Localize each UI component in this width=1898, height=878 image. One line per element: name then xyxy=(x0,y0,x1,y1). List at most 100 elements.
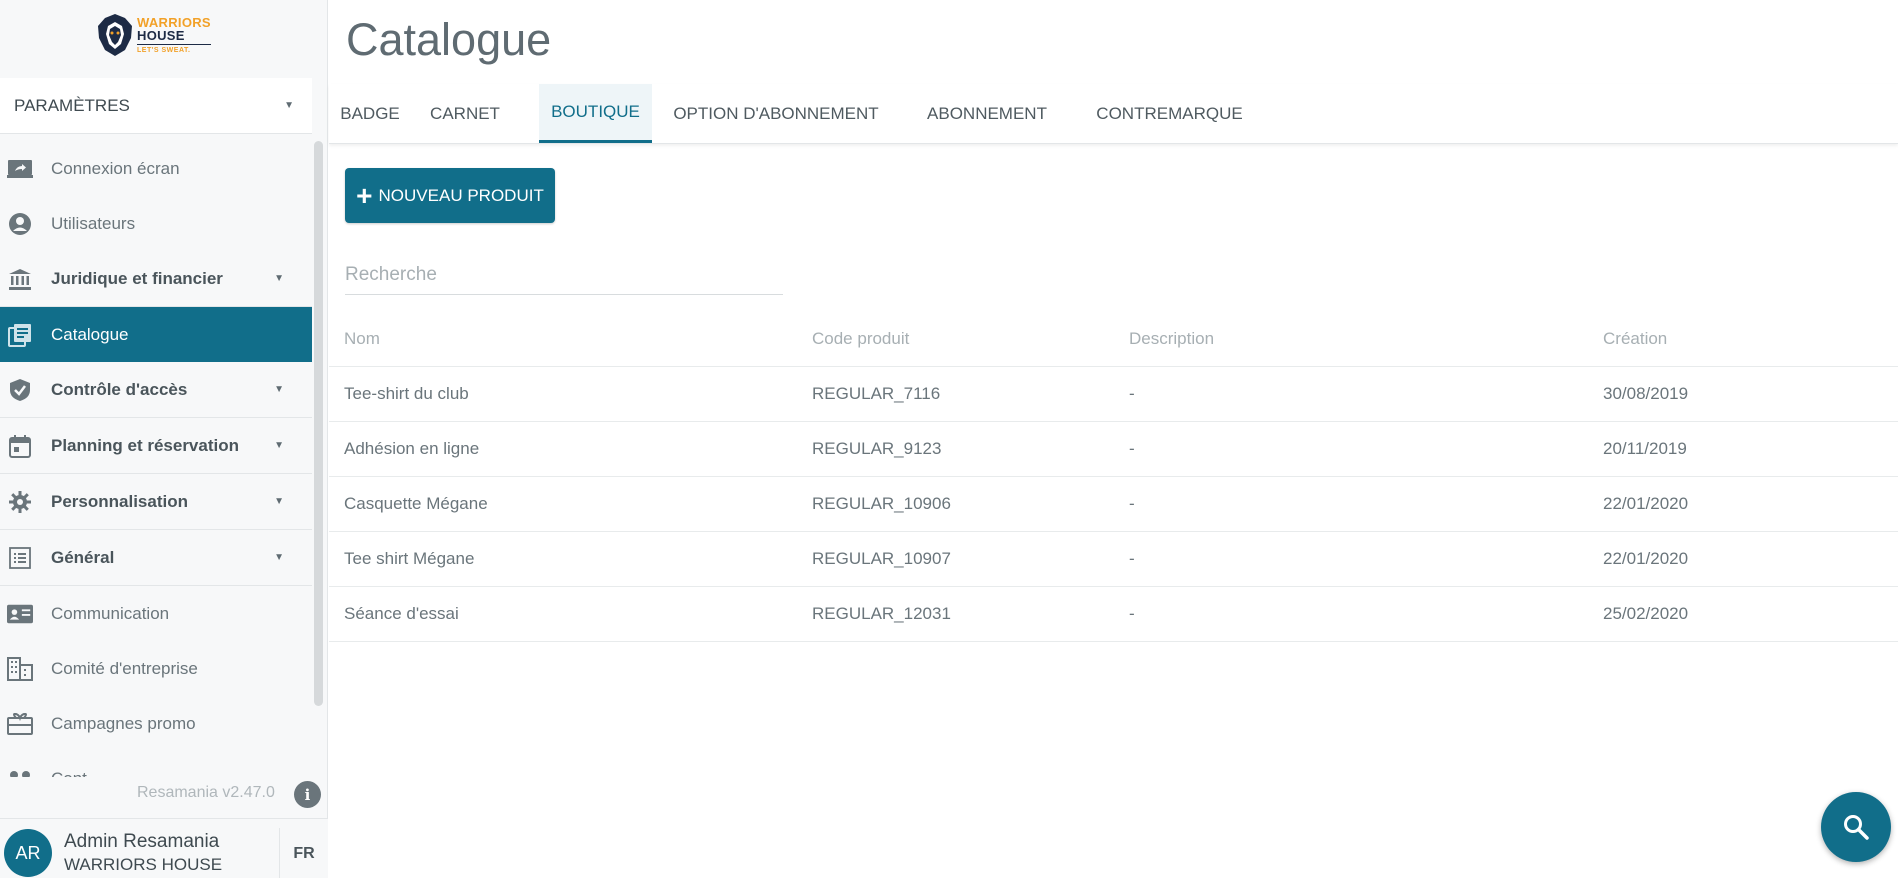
new-product-button[interactable]: + NOUVEAU PRODUIT xyxy=(345,168,555,223)
people-icon xyxy=(7,766,33,777)
column-header-creation[interactable]: Création xyxy=(1603,329,1667,349)
caret-down-icon: ▼ xyxy=(284,100,294,111)
cell-nom: Casquette Mégane xyxy=(344,494,488,513)
cell-description: - xyxy=(1129,604,1135,623)
calendar-icon xyxy=(7,433,33,459)
sidebar-item-personnalisation[interactable]: Personnalisation ▼ xyxy=(0,474,312,530)
table-row[interactable]: Adhésion en ligne REGULAR_9123 - 20/11/2… xyxy=(329,422,1898,477)
column-header-description[interactable]: Description xyxy=(1129,329,1214,349)
sidebar-item-label: Campagnes promo xyxy=(51,713,196,733)
sidebar-item-campagnes-promo[interactable]: Campagnes promo xyxy=(0,696,312,751)
sidebar-item-label: Contrôle d'accès xyxy=(51,379,188,399)
sidebar-item-label: Juridique et financier xyxy=(51,268,223,288)
plus-icon: + xyxy=(356,179,373,211)
bank-icon xyxy=(7,266,33,292)
sidebar: WARRIORS HOUSE LET'S SWEAT. PARAMÈTRES ▼… xyxy=(0,0,328,878)
sidebar-item-comite-entreprise[interactable]: Comité d'entreprise xyxy=(0,641,312,696)
caret-down-icon: ▼ xyxy=(274,384,284,395)
cell-nom: Adhésion en ligne xyxy=(344,439,480,458)
column-header-nom[interactable]: Nom xyxy=(344,329,380,349)
cell-nom: Séance d'essai xyxy=(344,604,459,623)
sidebar-scrollbar[interactable] xyxy=(314,141,323,706)
section-select-label: PARAMÈTRES xyxy=(14,95,130,115)
logo-wordmark: WARRIORS HOUSE LET'S SWEAT. xyxy=(137,16,211,54)
list-icon xyxy=(7,545,33,571)
cell-code: REGULAR_10907 xyxy=(812,549,951,568)
user-club: WARRIORS HOUSE xyxy=(64,855,223,874)
new-product-label: NOUVEAU PRODUIT xyxy=(378,185,544,205)
language-switch[interactable]: FR xyxy=(279,828,328,878)
cell-code: REGULAR_10906 xyxy=(812,494,951,513)
cell-code: REGULAR_9123 xyxy=(812,439,942,458)
user-panel[interactable]: AR Admin Resamania WARRIORS HOUSE FR xyxy=(0,818,328,878)
brand-logo[interactable]: WARRIORS HOUSE LET'S SWEAT. xyxy=(95,10,221,60)
tab-abonnement[interactable]: ABONNEMENT xyxy=(912,84,1062,143)
sidebar-item-controle-acces[interactable]: Contrôle d'accès ▼ xyxy=(0,362,312,418)
screen-share-icon xyxy=(7,156,33,182)
sidebar-item-connexion-ecran[interactable]: Connexion écran xyxy=(0,141,312,196)
cell-nom: Tee-shirt du club xyxy=(344,384,469,403)
sidebar-item-label: Personnalisation xyxy=(51,491,188,511)
tab-badge[interactable]: BADGE xyxy=(329,84,411,143)
lion-logo-icon xyxy=(98,14,132,56)
logo-tagline: LET'S SWEAT. xyxy=(137,44,211,54)
search-icon xyxy=(1844,815,1869,840)
sidebar-item-label: Général xyxy=(51,547,115,567)
sidebar-item-label: Comité d'entreprise xyxy=(51,658,198,678)
product-table: Nom Code produit Description Création Te… xyxy=(329,312,1898,642)
sidebar-item-partial[interactable]: Cont... xyxy=(0,751,312,777)
table-header: Nom Code produit Description Création xyxy=(329,312,1898,367)
gift-card-icon xyxy=(7,711,33,737)
caret-down-icon: ▼ xyxy=(274,273,284,284)
column-header-code[interactable]: Code produit xyxy=(812,329,909,349)
table-row[interactable]: Tee shirt Mégane REGULAR_10907 - 22/01/2… xyxy=(329,532,1898,587)
sidebar-item-catalogue[interactable]: Catalogue xyxy=(0,307,312,362)
user-circle-icon xyxy=(7,211,33,237)
sidebar-item-general[interactable]: Général ▼ xyxy=(0,530,312,586)
caret-down-icon: ▼ xyxy=(274,440,284,451)
cell-nom: Tee shirt Mégane xyxy=(344,549,475,568)
cell-creation: 25/02/2020 xyxy=(1603,604,1689,623)
sidebar-nav: Connexion écran Utilisateurs Juridique e… xyxy=(0,141,312,777)
cell-description: - xyxy=(1129,439,1135,458)
sidebar-item-label: Communication xyxy=(51,603,170,623)
search-input[interactable] xyxy=(345,255,783,295)
info-icon[interactable]: i xyxy=(294,781,321,808)
tab-contremarque[interactable]: CONTREMARQUE xyxy=(1078,84,1261,143)
tab-boutique[interactable]: BOUTIQUE xyxy=(539,84,652,143)
sidebar-item-juridique-financier[interactable]: Juridique et financier ▼ xyxy=(0,251,312,307)
caret-down-icon: ▼ xyxy=(274,496,284,507)
logo-line2: HOUSE xyxy=(137,28,185,43)
app-root: WARRIORS HOUSE LET'S SWEAT. PARAMÈTRES ▼… xyxy=(0,0,1898,878)
search-fab-button[interactable] xyxy=(1821,792,1891,862)
sidebar-item-label: Catalogue xyxy=(51,324,129,344)
caret-down-icon: ▼ xyxy=(274,552,284,563)
main-content: Catalogue BADGE CARNET BOUTIQUE OPTION D… xyxy=(329,0,1898,878)
cell-creation: 30/08/2019 xyxy=(1603,384,1689,403)
cell-creation: 22/01/2020 xyxy=(1603,494,1689,513)
sidebar-item-label: Cont... xyxy=(51,769,101,778)
sidebar-item-label: Utilisateurs xyxy=(51,213,136,233)
gear-icon xyxy=(7,489,33,515)
avatar[interactable]: AR xyxy=(4,829,52,877)
cell-code: REGULAR_7116 xyxy=(812,384,941,403)
tab-carnet[interactable]: CARNET xyxy=(411,84,519,143)
cell-description: - xyxy=(1129,549,1135,568)
tab-bar: BADGE CARNET BOUTIQUE OPTION D'ABONNEMEN… xyxy=(329,84,1898,144)
section-select[interactable]: PARAMÈTRES ▼ xyxy=(0,78,312,134)
catalogue-icon xyxy=(7,322,33,348)
tab-option-abonnement[interactable]: OPTION D'ABONNEMENT xyxy=(665,84,887,143)
cell-creation: 22/01/2020 xyxy=(1603,549,1689,568)
table-row[interactable]: Casquette Mégane REGULAR_10906 - 22/01/2… xyxy=(329,477,1898,532)
sidebar-item-communication[interactable]: Communication xyxy=(0,586,312,641)
sidebar-item-utilisateurs[interactable]: Utilisateurs xyxy=(0,196,312,251)
contact-card-icon xyxy=(7,601,33,627)
app-version: Resamania v2.47.0 xyxy=(137,784,275,801)
table-row[interactable]: Séance d'essai REGULAR_12031 - 25/02/202… xyxy=(329,587,1898,642)
sidebar-item-planning-reservation[interactable]: Planning et réservation ▼ xyxy=(0,418,312,474)
user-name: Admin Resamania xyxy=(64,831,220,852)
shield-check-icon xyxy=(7,377,33,403)
sidebar-item-label: Connexion écran xyxy=(51,158,180,178)
table-row[interactable]: Tee-shirt du club REGULAR_7116 - 30/08/2… xyxy=(329,367,1898,422)
sidebar-item-label: Planning et réservation xyxy=(51,435,239,455)
